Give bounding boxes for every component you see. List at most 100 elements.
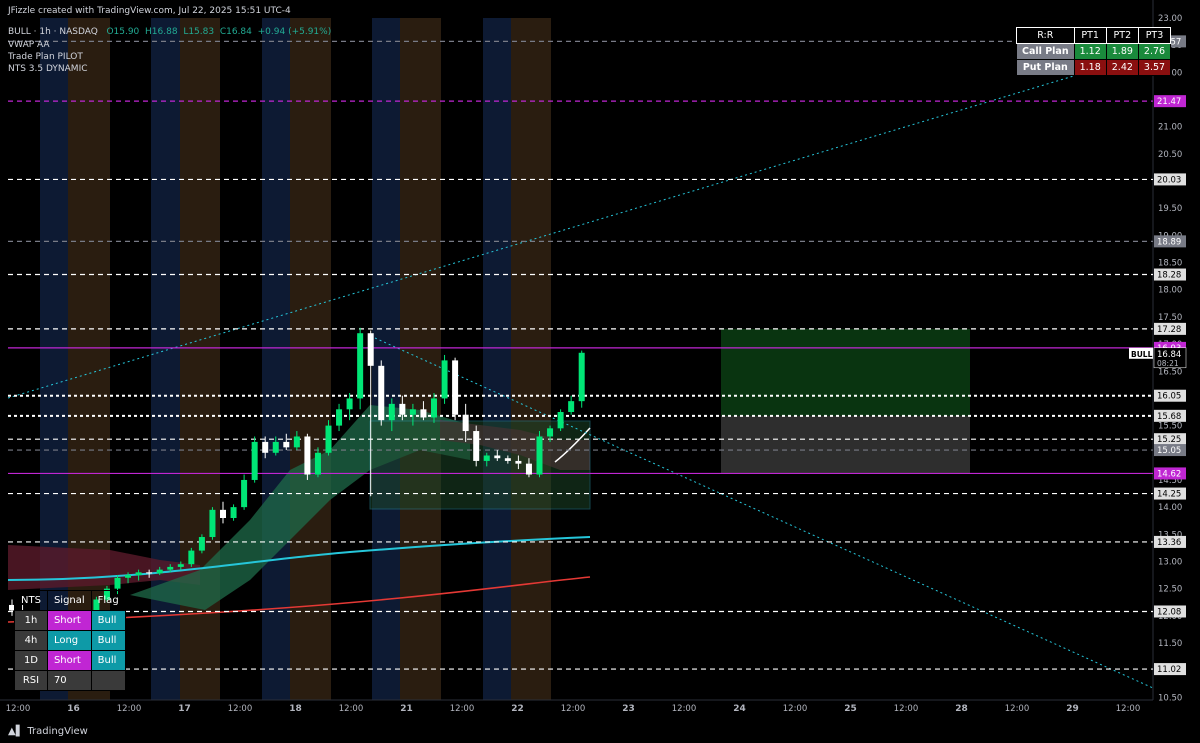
symbol-tag-label: BULL — [1131, 350, 1153, 359]
rsi-label: RSI — [14, 670, 48, 691]
x-tick-label: 18 — [289, 704, 302, 714]
candle-body — [568, 401, 575, 413]
consolidation-box — [369, 420, 591, 510]
candle-body — [114, 577, 121, 589]
call-plan-label: Call Plan — [1016, 43, 1075, 60]
put-pt2: 2.42 — [1105, 59, 1139, 76]
candle-body — [525, 463, 532, 475]
risk-reward-table: R:R PT1 PT2 PT3 Call Plan 1.12 1.89 2.76… — [1016, 27, 1172, 76]
ohlc-low: L15.83 — [183, 27, 215, 37]
x-tick-label: 16 — [67, 704, 80, 714]
x-tick-label: 17 — [178, 704, 191, 714]
flag-1d: Bull — [90, 650, 126, 671]
candle-body — [241, 479, 248, 508]
put-pt1: 1.18 — [1073, 59, 1107, 76]
x-tick-label: 21 — [400, 704, 413, 714]
x-tick-label: 29 — [1066, 704, 1079, 714]
x-tick-label: 12:00 — [561, 704, 586, 714]
price-level-label: 13.36 — [1157, 538, 1181, 548]
ohlc-open: O15.90 — [106, 27, 140, 37]
price-level-label: 18.28 — [1157, 271, 1181, 281]
candle-body — [547, 428, 554, 437]
candle-body — [578, 352, 585, 402]
price-level-label: 16.05 — [1157, 392, 1181, 402]
price-level-label: 15.68 — [1157, 412, 1181, 422]
candle-body — [262, 441, 269, 453]
candle-body — [367, 333, 374, 366]
y-tick-label: 21.00 — [1158, 123, 1182, 133]
candle-body — [346, 398, 353, 410]
y-tick-label: 17.50 — [1158, 313, 1182, 323]
x-tick-label: 12:00 — [228, 704, 253, 714]
chart-credit: JFizzle created with TradingView.com, Ju… — [8, 6, 291, 16]
x-tick-label: 12:00 — [339, 704, 364, 714]
candle-body — [357, 333, 364, 399]
price-level-label: 17.28 — [1157, 325, 1181, 335]
candle-body — [272, 441, 279, 453]
candle-body — [156, 569, 163, 574]
x-tick-label: 12:00 — [117, 704, 142, 714]
candle-body — [177, 564, 184, 567]
call-pt1: 1.12 — [1073, 43, 1107, 60]
rr-header-label: R:R — [1016, 27, 1075, 44]
y-tick-label: 19.50 — [1158, 204, 1182, 214]
candle-body — [431, 398, 437, 418]
candle-body — [314, 452, 321, 475]
y-tick-label: 10.50 — [1158, 693, 1182, 703]
candle-body — [504, 458, 511, 461]
symbol-legend: BULL · 1h · NASDAQ O15.90 H16.88 L15.83 … — [8, 27, 331, 37]
rr-header-pt2: PT2 — [1105, 27, 1139, 44]
tradingview-brand: TradingView — [27, 726, 88, 737]
candle-body — [515, 460, 522, 464]
y-tick-label: 18.50 — [1158, 259, 1182, 269]
candle-body — [283, 441, 290, 448]
candle-body — [304, 436, 311, 475]
x-tick-label: 12:00 — [672, 704, 697, 714]
price-level-label: 12.08 — [1157, 607, 1181, 617]
signal-header-flag: Flag — [90, 590, 126, 611]
candle-body — [536, 436, 543, 475]
price-level-label: 14.25 — [1157, 490, 1181, 500]
price-level-label: 14.62 — [1157, 469, 1181, 479]
flag-1h: Bull — [90, 610, 126, 631]
call-pt2: 1.89 — [1105, 43, 1139, 60]
candle-body — [293, 436, 300, 448]
x-tick-label: 12:00 — [894, 704, 919, 714]
y-tick-label: 11.50 — [1158, 639, 1182, 649]
signal-tf-1d: 1D — [14, 650, 48, 671]
price-level-label: 15.05 — [1157, 446, 1181, 456]
candle-body — [557, 412, 564, 429]
session-band — [511, 18, 551, 700]
candle-body — [230, 507, 237, 518]
signal-1h: Short — [46, 610, 92, 631]
candle-body — [325, 425, 332, 453]
candle-body — [462, 414, 469, 432]
candle-body — [209, 509, 216, 538]
candle-body — [420, 409, 427, 418]
session-band — [483, 18, 511, 700]
price-level-label: 20.03 — [1157, 175, 1181, 185]
put-plan-label: Put Plan — [1016, 59, 1075, 76]
candle-body — [388, 403, 395, 421]
indicator-trade-plan[interactable]: Trade Plan PILOT — [8, 52, 83, 62]
candle-body — [399, 403, 406, 415]
candle-body — [452, 360, 459, 415]
price-level-label: 11.02 — [1157, 665, 1181, 675]
candle-body — [220, 509, 226, 518]
symbol-line: BULL · 1h · NASDAQ — [8, 27, 98, 37]
candle-body — [146, 572, 153, 574]
candle-body — [473, 431, 480, 461]
y-tick-label: 15.50 — [1158, 422, 1182, 432]
y-tick-label: 14.00 — [1158, 503, 1182, 513]
indicator-vwap[interactable]: VWAP AA — [8, 40, 50, 50]
rsi-empty — [90, 670, 126, 691]
price-level-label: 21.47 — [1157, 97, 1181, 107]
price-chart[interactable]: 23.0022.5022.0021.5021.0020.5020.0019.50… — [0, 0, 1200, 743]
y-tick-label: 16.50 — [1158, 367, 1182, 377]
indicator-nts[interactable]: NTS 3.5 DYNAMIC — [8, 64, 88, 74]
candle-body — [494, 455, 501, 459]
x-tick-label: 12:00 — [1116, 704, 1141, 714]
signal-1d: Short — [46, 650, 92, 671]
put-pt3: 3.57 — [1137, 59, 1172, 76]
tradingview-logo[interactable]: ▲▌ TradingView — [8, 726, 88, 737]
